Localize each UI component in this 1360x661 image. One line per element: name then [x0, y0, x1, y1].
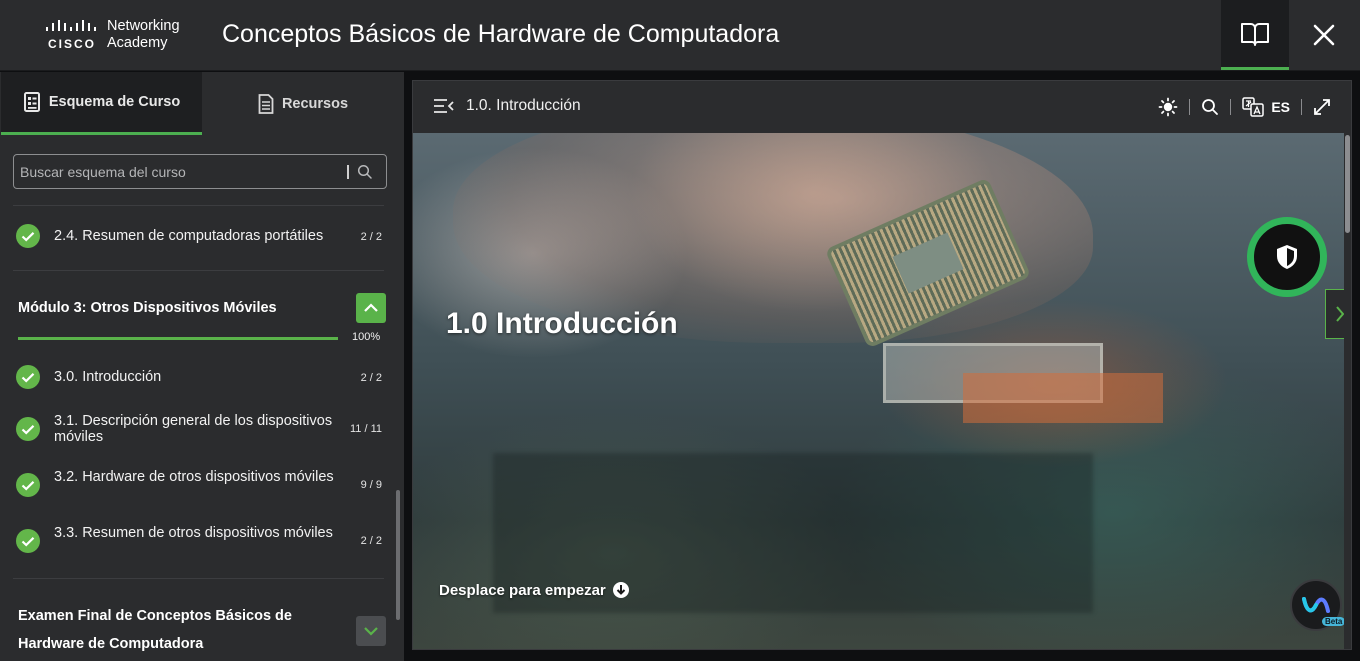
- cisco-networking-academy-logo: CISCO Networking Academy: [44, 18, 194, 54]
- toolbar-separator: [1301, 99, 1302, 115]
- check-icon: [16, 365, 40, 389]
- tab-course-outline-label: Esquema de Curso: [48, 94, 181, 110]
- cisco-bars-icon: [46, 20, 96, 31]
- brand-line-1: Networking: [107, 18, 180, 34]
- outline-item-count: 2 / 2: [360, 231, 382, 243]
- outline-item-3-3[interactable]: 3.3. Resumen de otros dispositivos móvil…: [0, 520, 398, 560]
- tab-resources-label: Recursos: [281, 95, 349, 112]
- hero-cpu-core: [892, 232, 964, 294]
- arrow-down-circle-icon: [612, 582, 629, 598]
- fullscreen-icon[interactable]: [1313, 98, 1331, 116]
- search-icon[interactable]: [357, 164, 373, 180]
- outline-item-label: 3.1. Descripción general de los disposit…: [54, 413, 333, 445]
- cisco-wordmark: CISCO: [48, 37, 97, 51]
- sidebar-tabs: Esquema de Curso Recursos: [0, 72, 404, 135]
- module-collapse-button[interactable]: [356, 293, 386, 323]
- module-progress-fill: [18, 337, 338, 340]
- scroll-hint-label: Desplace para empezar: [439, 581, 606, 599]
- search-divider: [347, 165, 349, 179]
- course-title: Conceptos Básicos de Hardware de Computa…: [222, 20, 780, 48]
- tab-course-outline[interactable]: Esquema de Curso: [1, 72, 202, 135]
- outline-item-count: 2 / 2: [360, 372, 382, 384]
- divider: [13, 578, 384, 579]
- outline-search: [13, 154, 387, 189]
- translate-icon[interactable]: [1242, 97, 1265, 117]
- check-icon: [16, 473, 40, 497]
- exam-expand-button[interactable]: [356, 616, 386, 646]
- outline-item-label: 3.3. Resumen de otros dispositivos móvil…: [54, 525, 333, 541]
- course-outline-button[interactable]: [1221, 0, 1289, 70]
- chevron-down-icon: [364, 627, 378, 636]
- toolbar-separator: [1230, 99, 1232, 115]
- webex-assistant-button[interactable]: Beta: [1290, 579, 1344, 631]
- security-badge[interactable]: [1247, 217, 1327, 297]
- brand-line-2: Academy: [107, 35, 168, 51]
- close-button[interactable]: [1290, 0, 1358, 70]
- outline-item-label: 2.4. Resumen de computadoras portátiles: [54, 228, 324, 244]
- outline-icon: [23, 92, 40, 112]
- chevron-right-icon: [1335, 306, 1344, 322]
- collapse-menu-icon[interactable]: [433, 98, 455, 114]
- sidebar-scrollbar[interactable]: [396, 490, 400, 620]
- outline-item-label: 3.2. Hardware de otros dispositivos móvi…: [54, 469, 334, 485]
- outline-item-3-2[interactable]: 3.2. Hardware de otros dispositivos móvi…: [0, 464, 398, 504]
- divider: [13, 205, 384, 206]
- outline-item-count: 2 / 2: [360, 535, 382, 547]
- tab-resources[interactable]: Recursos: [202, 72, 404, 135]
- outline-item-count: 11 / 11: [349, 423, 382, 435]
- divider: [13, 270, 384, 271]
- content-toolbar: 1.0. Introducción ES: [413, 81, 1351, 133]
- outline-item-3-1[interactable]: 3.1. Descripción general de los disposit…: [0, 408, 398, 448]
- check-icon: [16, 224, 40, 248]
- app-header: CISCO Networking Academy Conceptos Básic…: [0, 0, 1360, 71]
- shield-icon: [1277, 245, 1297, 269]
- content-tools: ES: [1158, 95, 1331, 119]
- outline-item-label: 3.0. Introducción: [54, 369, 162, 385]
- close-icon: [1313, 24, 1335, 46]
- hero-title: 1.0 Introducción: [446, 307, 678, 340]
- beta-badge: Beta: [1322, 617, 1344, 626]
- check-icon: [16, 417, 40, 441]
- brightness-icon[interactable]: [1158, 97, 1178, 117]
- module-3-title[interactable]: Módulo 3: Otros Dispositivos Móviles: [18, 300, 277, 316]
- course-sidebar: Esquema de Curso Recursos 2.4. Resumen d…: [0, 72, 404, 661]
- content-scrollbar-thumb[interactable]: [1345, 135, 1350, 233]
- check-icon: [16, 529, 40, 553]
- language-selector[interactable]: ES: [1271, 99, 1290, 115]
- section-title: 1.0. Introducción: [466, 97, 581, 114]
- search-icon[interactable]: [1201, 98, 1219, 116]
- module-progress-bar: [18, 337, 338, 340]
- toolbar-separator: [1189, 99, 1191, 115]
- book-icon: [1241, 22, 1269, 46]
- search-input[interactable]: [20, 155, 340, 188]
- outline-item-count: 9 / 9: [360, 479, 382, 491]
- hero-image: 1.0 Introducción Desplace para empezar B…: [413, 133, 1344, 649]
- networking-academy-wordmark: Networking Academy: [107, 18, 180, 52]
- final-exam-title[interactable]: Examen Final de Conceptos Básicos de Har…: [18, 602, 338, 658]
- outline-item-3-0[interactable]: 3.0. Introducción 2 / 2: [0, 356, 398, 396]
- outline-item-2-4[interactable]: 2.4. Resumen de computadoras portátiles …: [0, 216, 398, 256]
- hero-component-shape: [963, 373, 1163, 423]
- content-scrollbar[interactable]: [1344, 133, 1351, 649]
- document-icon: [258, 93, 274, 114]
- content-panel: 1.0. Introducción ES 1.0 Introducción De…: [412, 80, 1352, 650]
- chevron-up-icon: [364, 303, 378, 312]
- webex-icon: [1302, 597, 1330, 613]
- scroll-hint[interactable]: Desplace para empezar: [439, 581, 630, 599]
- module-progress-percent: 100%: [352, 331, 381, 343]
